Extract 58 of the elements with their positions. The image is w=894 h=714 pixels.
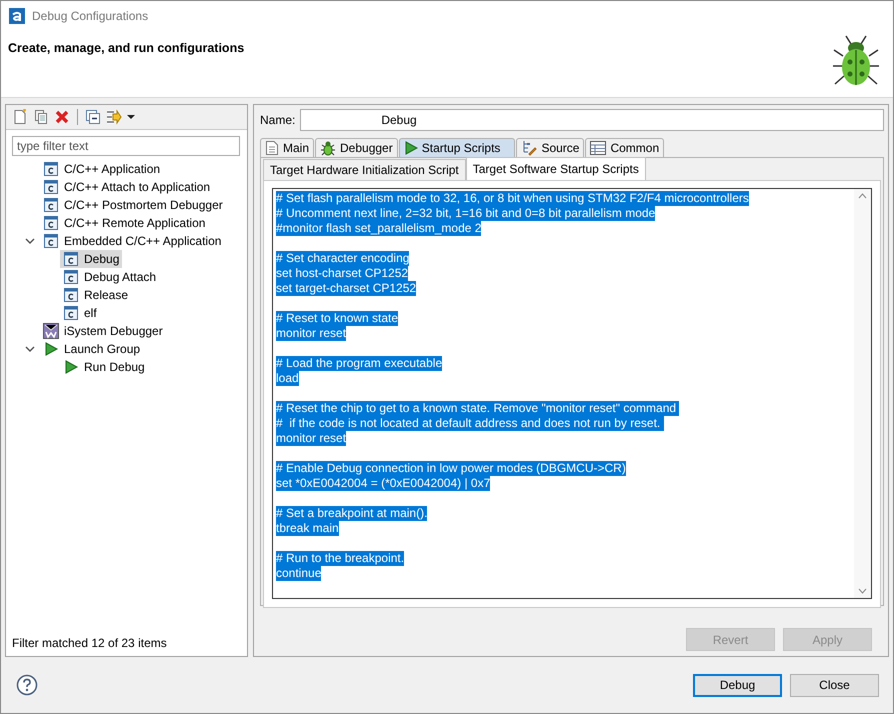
tab[interactable]: Debugger	[315, 138, 398, 157]
tree-item[interactable]: Embedded C/C++ Application	[40, 232, 224, 250]
dialog-button[interactable]: Debug	[693, 674, 782, 696]
tree-item[interactable]: Run Debug	[60, 358, 148, 376]
tab[interactable]: Common	[585, 138, 664, 157]
table-icon	[590, 141, 606, 155]
w-logo-icon	[43, 323, 59, 339]
help-icon[interactable]	[16, 674, 38, 696]
tree-item[interactable]: C/C++ Application	[40, 160, 164, 178]
filter-icon[interactable]	[106, 109, 122, 125]
tree-item[interactable]: Launch Group	[40, 340, 144, 358]
dropdown-caret-icon[interactable]	[127, 114, 135, 120]
subtab[interactable]: Target Software Startup Scripts	[466, 157, 646, 180]
expand-chevron-icon[interactable]	[25, 344, 35, 354]
scroll-up-icon[interactable]	[858, 193, 867, 199]
c-file-icon	[63, 269, 79, 285]
name-label: Name:	[260, 113, 296, 127]
c-file-icon	[63, 305, 79, 321]
window-title: Debug Configurations	[32, 8, 148, 22]
tree-item[interactable]: iSystem Debugger	[40, 322, 166, 340]
c-file-icon	[43, 161, 59, 177]
scroll-down-icon[interactable]	[858, 588, 867, 594]
expand-chevron-icon[interactable]	[25, 236, 35, 246]
c-file-icon	[43, 179, 59, 195]
tree-item[interactable]: Release	[60, 286, 132, 304]
play-icon	[63, 359, 79, 375]
new-file-icon[interactable]	[12, 109, 28, 125]
name-field[interactable]: Debug	[300, 109, 884, 131]
tab[interactable]: Startup Scripts	[398, 138, 516, 157]
play-icon	[404, 141, 418, 155]
script-editor[interactable]	[272, 188, 872, 599]
tree-item[interactable]: C/C++ Postmortem Debugger	[40, 196, 226, 214]
tree-item[interactable]: Debug	[60, 250, 122, 268]
scrollbar[interactable]	[854, 189, 871, 598]
play-icon	[43, 341, 59, 357]
filter-field[interactable]: type filter text	[12, 136, 240, 156]
tree-item[interactable]: elf	[60, 304, 100, 322]
c-file-icon	[63, 287, 79, 303]
c-file-icon	[43, 215, 59, 231]
dialog-heading: Create, manage, and run configurations	[8, 41, 244, 55]
collapse-all-icon[interactable]	[85, 109, 101, 125]
bug-icon	[320, 140, 336, 156]
tree-item[interactable]: C/C++ Attach to Application	[40, 178, 214, 196]
tab[interactable]: Main	[260, 138, 314, 157]
dialog-button[interactable]: Close	[790, 674, 879, 696]
app-logo-icon	[9, 8, 25, 24]
delete-icon[interactable]	[54, 109, 70, 125]
c-file-icon	[43, 197, 59, 213]
tab[interactable]: Source	[516, 138, 584, 157]
c-file-icon	[43, 233, 59, 249]
subtab[interactable]: Target Hardware Initialization Script	[263, 159, 466, 180]
c-file-icon	[63, 251, 79, 267]
filter-status-text: Filter matched 12 of 23 items	[12, 636, 168, 650]
document-icon	[265, 140, 279, 156]
duplicate-icon[interactable]	[33, 109, 49, 125]
tree-item[interactable]: Debug Attach	[60, 268, 160, 286]
tree-item[interactable]: C/C++ Remote Application	[40, 214, 208, 232]
source-tree-icon	[521, 140, 538, 156]
